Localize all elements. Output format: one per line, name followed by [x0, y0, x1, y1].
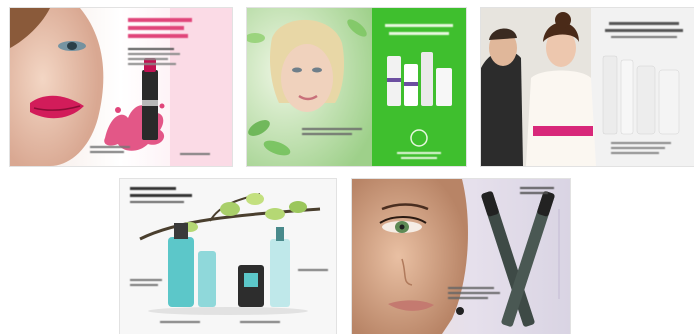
ad-tile-green-eyes-mascara[interactable]: [352, 179, 570, 334]
ad-image-green-eyes-mascara: [352, 179, 570, 334]
ad-image-pink-lipstick: [10, 8, 232, 166]
ad-tile-blue-bottles[interactable]: [120, 179, 336, 334]
magenta-sash: [533, 126, 593, 136]
product-tube: [636, 65, 656, 135]
product-tube: [602, 55, 618, 135]
ad-tile-pink-lipstick[interactable]: [10, 8, 232, 166]
logo-dot: [456, 307, 464, 315]
ad-tile-couple-wedding[interactable]: [481, 8, 694, 166]
ad-image-couple-wedding: [481, 8, 694, 166]
aqua-bottle: [198, 251, 216, 307]
ad-image-green-bridal: [247, 8, 466, 166]
ad-tile-green-bridal[interactable]: [247, 8, 466, 166]
face-shape: [281, 44, 333, 112]
aqua-bottle: [168, 237, 194, 307]
product-tube: [620, 59, 634, 135]
aqua-bottle: [270, 239, 290, 307]
groom-suit: [481, 50, 523, 166]
product-bottle: [436, 68, 452, 106]
product-bottle: [421, 52, 433, 106]
bride-dress: [526, 70, 596, 166]
product-tube: [658, 69, 680, 135]
ad-image-blue-bottles: [120, 179, 336, 334]
